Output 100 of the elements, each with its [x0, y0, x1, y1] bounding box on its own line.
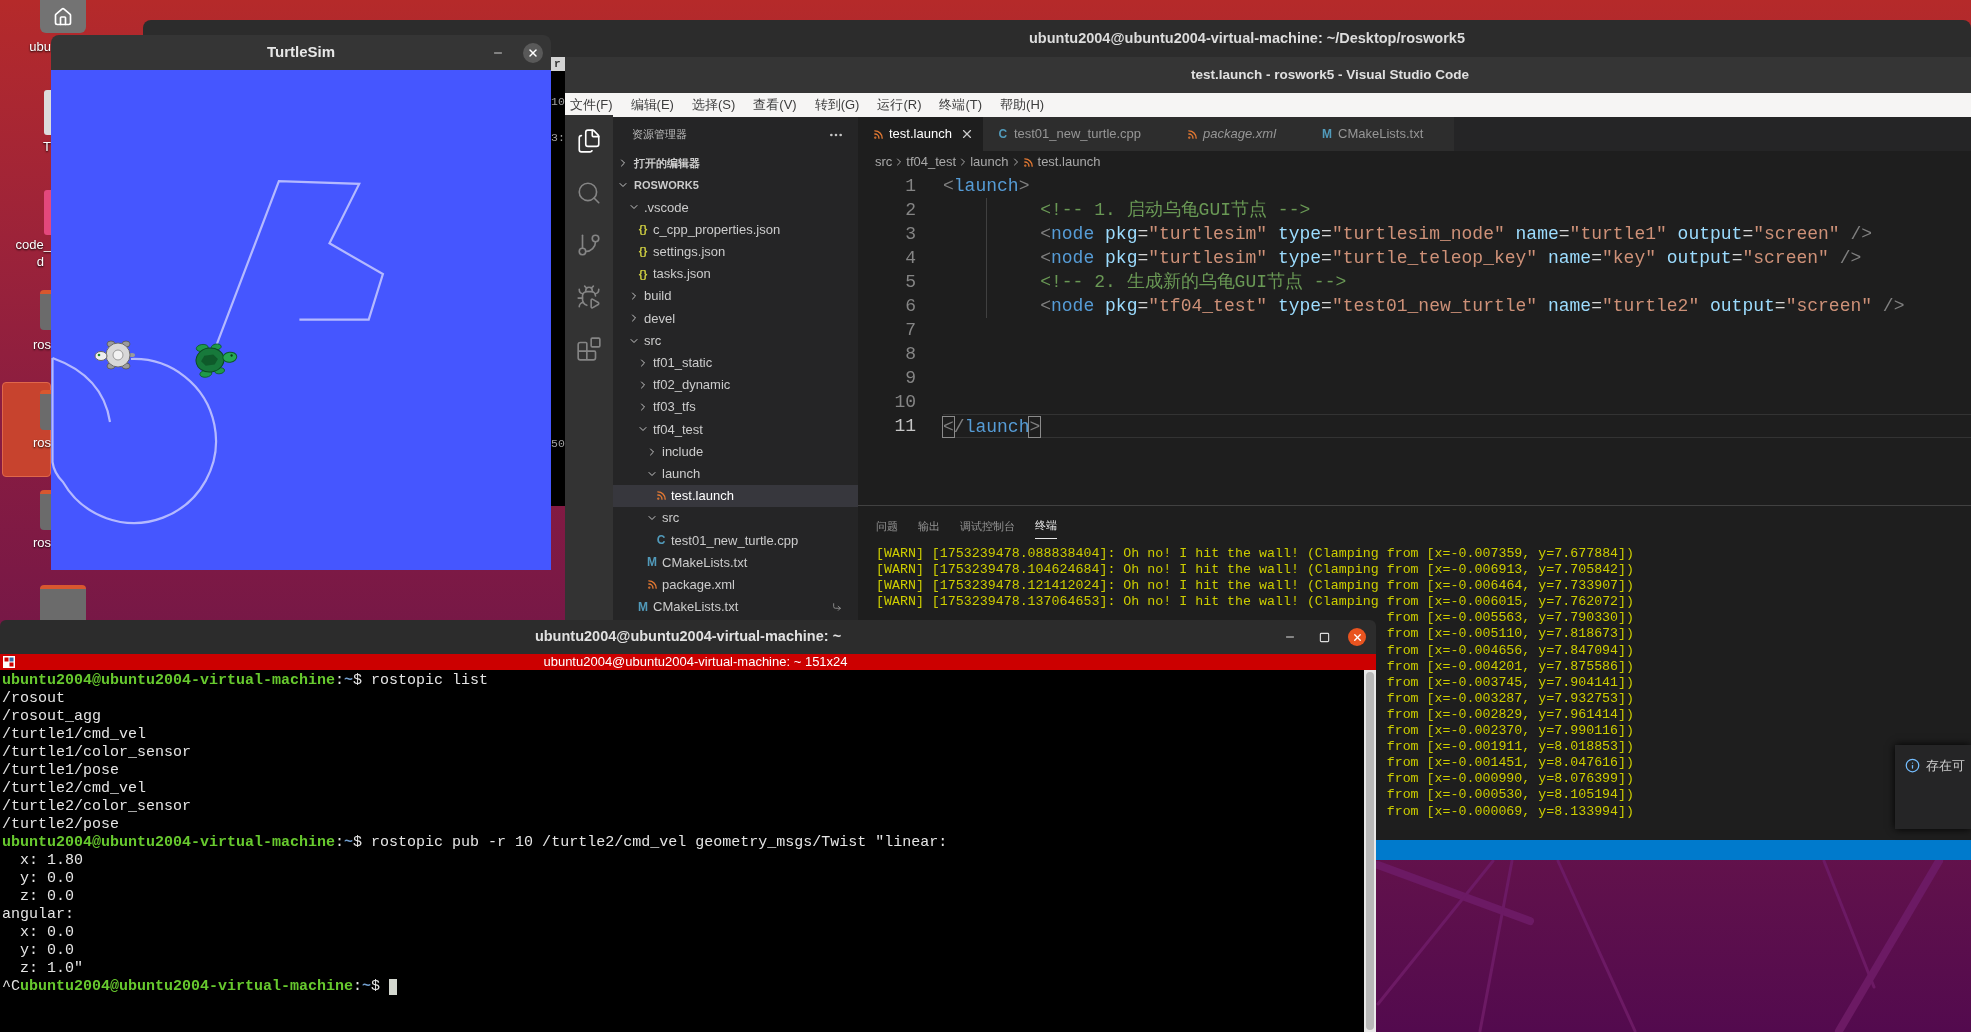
panel-tab[interactable]: 输出: [918, 513, 940, 539]
desktop-icon-label: ros: [32, 435, 51, 451]
breadcrumb-item[interactable]: src: [875, 152, 893, 172]
terminal-line: ubuntu2004@ubuntu2004-virtual-machine:~$ rostopic pub -r 10 /turtle2/cmd_vel geometry_msgs/Twist "linear:: [2, 834, 948, 852]
section-header[interactable]: ROSWORK5: [613, 174, 858, 197]
panel-tab[interactable]: 问题: [876, 513, 898, 539]
home-folder-icon[interactable]: [40, 0, 86, 33]
code-line: <launch>: [943, 175, 1030, 198]
tab-title[interactable]: ubuntu2004@ubuntu2004-virtual-machine: ~ 151x24: [543, 654, 848, 670]
line-number: 7: [905, 319, 916, 342]
file-item[interactable]: package.xml: [613, 573, 858, 596]
terminal-line: /turtle1/pose: [2, 762, 120, 780]
terminal-line: from [x=-0.005110, y=7.818673]): [1386, 626, 1635, 643]
file-item[interactable]: C test01_new_turtle.cpp: [613, 529, 858, 552]
terminal-line: angular:: [2, 906, 74, 924]
info-icon: [1905, 758, 1920, 773]
bug-play-icon[interactable]: [576, 284, 602, 310]
terminal-line: [WARN] [1753239478.088838404]: Oh no! I hit the wall! (Clamping from [x=-0.007359, y=7.677884]): [876, 546, 1635, 563]
desktop-icon-label: d: [36, 254, 44, 270]
terminal-text: 3:: [551, 131, 565, 145]
terminal-line: from [x=-0.001911, y=8.018853]): [1386, 739, 1635, 756]
c-icon: C: [998, 128, 1008, 140]
breadcrumb-item[interactable]: launch: [970, 152, 1009, 172]
folder-item[interactable]: src: [613, 507, 858, 530]
folder-item[interactable]: build: [613, 285, 858, 308]
terminal-line: [WARN] [1753239478.121412024]: Oh no! I hit the wall! (Clamping from [x=-0.006464, y=7.733907]): [876, 578, 1635, 595]
terminal-line: from [x=-0.003287, y=7.932753]): [1386, 690, 1635, 707]
terminal-line: from [x=-0.005563, y=7.790330]): [1386, 610, 1635, 627]
rss-icon: [1186, 128, 1198, 140]
line-number: 6: [905, 295, 916, 318]
terminal-text: 10: [551, 95, 565, 109]
folder-item[interactable]: tf04_test: [613, 418, 858, 441]
menu-item[interactable]: 文件(F): [570, 95, 613, 115]
m-icon: M: [638, 600, 648, 613]
terminal-line: from [x=-0.000990, y=8.076399]): [1386, 771, 1635, 788]
folder-item[interactable]: tf01_static: [613, 351, 858, 374]
rss-icon: [1022, 156, 1034, 168]
terminal-line: /turtle2/cmd_vel: [2, 780, 147, 798]
branch-icon[interactable]: [576, 232, 602, 258]
editor-tab[interactable]: package.xml: [1172, 117, 1308, 151]
menu-item[interactable]: 运行(R): [877, 95, 922, 115]
terminal-line: x: 0.0: [19, 924, 74, 942]
code-line: <node pkg="turtlesim" type="turtlesim_node" name="turtle1" output="screen" />: [1040, 223, 1873, 246]
terminal-tab[interactable]: r: [551, 57, 565, 71]
folder-item[interactable]: src: [613, 329, 858, 352]
panel-tab[interactable]: 终端: [1035, 513, 1057, 539]
editor-tab[interactable]: test.launch: [858, 117, 983, 151]
menu-item[interactable]: 选择(S): [691, 95, 736, 115]
panel-tab[interactable]: 调试控制台: [960, 513, 1015, 539]
breadcrumb-item[interactable]: test.launch: [1022, 152, 1101, 172]
arc-trail: [52, 356, 112, 423]
terminal-line: /turtle2/pose: [2, 816, 120, 834]
file-item[interactable]: M CMakeLists.txt: [613, 551, 858, 574]
file-item[interactable]: M CMakeLists.txt: [613, 595, 858, 618]
folder-item[interactable]: tf02_dynamic: [613, 373, 858, 397]
folder-item[interactable]: .vscode: [613, 196, 858, 219]
file-item[interactable]: test.launch: [613, 484, 858, 507]
code-line: <node pkg="turtlesim" type="turtle_teleop_key" name="key" output="screen" />: [1040, 247, 1862, 270]
line-number: 3: [905, 223, 916, 246]
m-icon: M: [1322, 128, 1333, 140]
breadcrumb-item[interactable]: tf04_test: [906, 152, 957, 172]
folder-item[interactable]: devel: [613, 307, 858, 330]
terminal-text: 50: [551, 437, 565, 451]
close-icon: [1351, 631, 1363, 643]
terminal-line: from [x=-0.002370, y=7.990116]): [1386, 723, 1635, 740]
terminal-line: /rosout: [2, 690, 65, 708]
line-number: 1: [905, 175, 916, 198]
file-item[interactable]: {} settings.json: [613, 240, 858, 263]
braces-icon: {}: [638, 224, 648, 236]
folder-item[interactable]: tf03_tfs: [613, 396, 858, 419]
menu-item[interactable]: 编辑(E): [630, 95, 674, 115]
folder-item[interactable]: include: [613, 440, 858, 463]
file-item[interactable]: {} tasks.json: [613, 262, 858, 286]
rss-icon: [872, 128, 884, 140]
search-icon[interactable]: [576, 180, 602, 206]
editor-tab[interactable]: M CMakeLists.txt: [1307, 117, 1455, 151]
line-number: 9: [905, 367, 916, 390]
files-icon[interactable]: [576, 128, 602, 154]
blocks-icon[interactable]: [576, 336, 602, 362]
line-number: 4: [905, 247, 916, 270]
terminal-line: z: 0.0: [19, 888, 74, 906]
menu-item[interactable]: 帮助(H): [1000, 95, 1045, 115]
file-item[interactable]: {} c_cpp_properties.json: [613, 218, 858, 241]
close-button[interactable]: [1348, 628, 1366, 646]
rss-icon: [655, 490, 667, 502]
menu-item[interactable]: 转到(G): [814, 95, 860, 115]
terminal-line: ^Cubuntu2004@ubuntu2004-virtual-machine:~$: [2, 978, 382, 996]
folder-item[interactable]: launch: [613, 462, 858, 485]
desktop-icon-label: ros: [32, 535, 51, 551]
terminal-line: from [x=-0.003745, y=7.904141]): [1386, 674, 1635, 691]
menu-item[interactable]: 终端(T): [939, 95, 983, 115]
terminal-line: from [x=-0.004201, y=7.875586]): [1386, 658, 1635, 675]
menu-item[interactable]: 查看(V): [753, 95, 797, 115]
section-header[interactable]: 打开的编辑器: [613, 152, 858, 175]
close-button[interactable]: [523, 42, 543, 63]
editor-tab[interactable]: C test01_new_turtle.cpp: [982, 117, 1173, 151]
line-number: 5: [905, 271, 916, 294]
line-number: 8: [905, 343, 916, 366]
terminal-line: from [x=-0.001451, y=8.047616]): [1386, 755, 1635, 772]
window-title: ubuntu2004@ubuntu2004-virtual-machine: ~: [534, 627, 842, 647]
